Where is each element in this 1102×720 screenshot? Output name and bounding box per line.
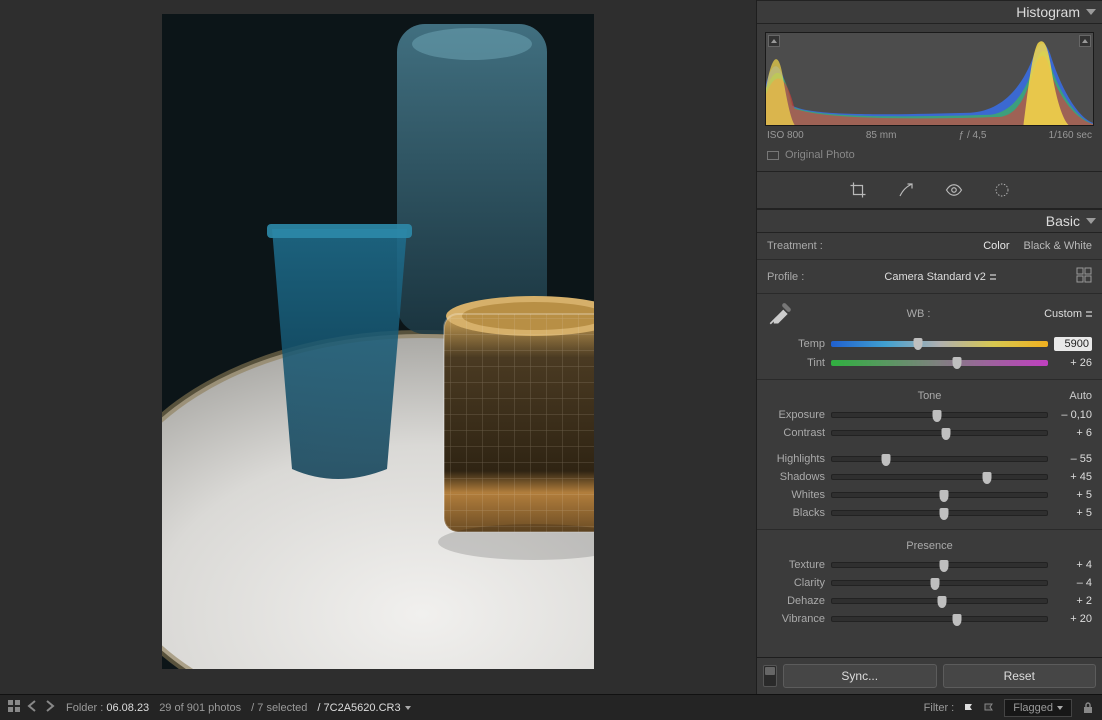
develop-right-panel: Histogram ISO 800 85 — [756, 0, 1102, 694]
shadow-clip-indicator[interactable] — [768, 35, 780, 47]
selected-count: / 7 selected — [251, 702, 307, 714]
filter-flagged[interactable]: Flagged — [1004, 699, 1072, 717]
temp-value[interactable]: 5900 — [1054, 337, 1092, 351]
original-photo-toggle[interactable]: Original Photo — [765, 141, 1094, 163]
local-tools-strip — [757, 171, 1102, 209]
wb-row: WB : Custom — [757, 294, 1102, 334]
exposure-slider[interactable]: Exposure – 0,10 — [757, 406, 1102, 424]
highlights-slider[interactable]: Highlights – 55 — [757, 450, 1102, 468]
sync-bar: Sync... Reset — [757, 657, 1102, 694]
highlights-value[interactable]: – 55 — [1054, 453, 1092, 465]
preview-toggle[interactable] — [763, 665, 777, 687]
temp-slider[interactable]: Temp 5900 — [757, 334, 1102, 354]
folder-label: Folder : — [66, 702, 103, 714]
next-photo-icon[interactable] — [44, 700, 56, 715]
treatment-bw[interactable]: Black & White — [1024, 240, 1092, 252]
dehaze-value[interactable]: + 2 — [1054, 595, 1092, 607]
blacks-slider[interactable]: Blacks + 5 — [757, 504, 1102, 522]
vibrance-slider[interactable]: Vibrance + 20 — [757, 610, 1102, 628]
shadows-value[interactable]: + 45 — [1054, 471, 1092, 483]
exposure-value[interactable]: – 0,10 — [1054, 409, 1092, 421]
vibrance-value[interactable]: + 20 — [1054, 613, 1092, 625]
crop-tool-icon[interactable] — [848, 180, 868, 200]
profile-row: Profile : Camera Standard v2 — [757, 260, 1102, 294]
presence-section: Presence — [757, 534, 1102, 556]
filter-label: Filter : — [924, 702, 955, 714]
redeye-tool-icon[interactable] — [944, 180, 964, 200]
tint-slider[interactable]: Tint + 26 — [757, 354, 1102, 372]
collapse-icon — [1086, 218, 1096, 224]
histogram-header[interactable]: Histogram — [757, 0, 1102, 24]
clarity-slider[interactable]: Clarity – 4 — [757, 574, 1102, 592]
profile-select[interactable]: Camera Standard v2 — [804, 271, 1076, 283]
image-preview[interactable] — [162, 14, 594, 669]
heal-tool-icon[interactable] — [896, 180, 916, 200]
photo-count: 29 of 901 photos — [159, 702, 241, 714]
auto-tone-button[interactable]: Auto — [1069, 390, 1092, 402]
whites-slider[interactable]: Whites + 5 — [757, 486, 1102, 504]
dehaze-slider[interactable]: Dehaze + 2 — [757, 592, 1102, 610]
wb-preset-select[interactable]: Custom — [1044, 308, 1092, 320]
profile-browser-icon[interactable] — [1076, 267, 1092, 286]
collapse-icon — [1086, 9, 1096, 15]
blacks-value[interactable]: + 5 — [1054, 507, 1092, 519]
original-icon — [767, 151, 779, 160]
prev-photo-icon[interactable] — [26, 700, 38, 715]
clarity-value[interactable]: – 4 — [1054, 577, 1092, 589]
contrast-value[interactable]: + 6 — [1054, 427, 1092, 439]
reset-button[interactable]: Reset — [943, 664, 1097, 688]
exif-summary: ISO 800 85 mm ƒ / 4,5 1/160 sec — [765, 126, 1094, 141]
basic-header[interactable]: Basic — [757, 209, 1102, 233]
flag-black-icon[interactable] — [984, 703, 994, 713]
shadows-slider[interactable]: Shadows + 45 — [757, 468, 1102, 486]
texture-slider[interactable]: Texture + 4 — [757, 556, 1102, 574]
tint-value[interactable]: + 26 — [1054, 357, 1092, 369]
whites-value[interactable]: + 5 — [1054, 489, 1092, 501]
filter-lock-icon[interactable] — [1082, 702, 1094, 714]
masking-tool-icon[interactable] — [992, 180, 1012, 200]
highlight-clip-indicator[interactable] — [1079, 35, 1091, 47]
wb-eyedropper-icon[interactable] — [767, 301, 793, 327]
flag-white-icon[interactable] — [964, 703, 974, 713]
grid-view-icon[interactable] — [8, 700, 20, 715]
folder-name[interactable]: 06.08.23 — [106, 702, 149, 714]
texture-value[interactable]: + 4 — [1054, 559, 1092, 571]
canvas[interactable] — [0, 0, 756, 694]
footer: Folder : 06.08.23 29 of 901 photos / 7 s… — [0, 694, 1102, 720]
histogram[interactable] — [765, 32, 1094, 126]
current-file[interactable]: / 7C2A5620.CR3 — [317, 702, 410, 714]
contrast-slider[interactable]: Contrast + 6 — [757, 424, 1102, 442]
sync-button[interactable]: Sync... — [783, 664, 937, 688]
tone-section: Tone Auto — [757, 384, 1102, 406]
treatment-row: Treatment : Color Black & White — [757, 233, 1102, 260]
treatment-color[interactable]: Color — [983, 240, 1009, 252]
